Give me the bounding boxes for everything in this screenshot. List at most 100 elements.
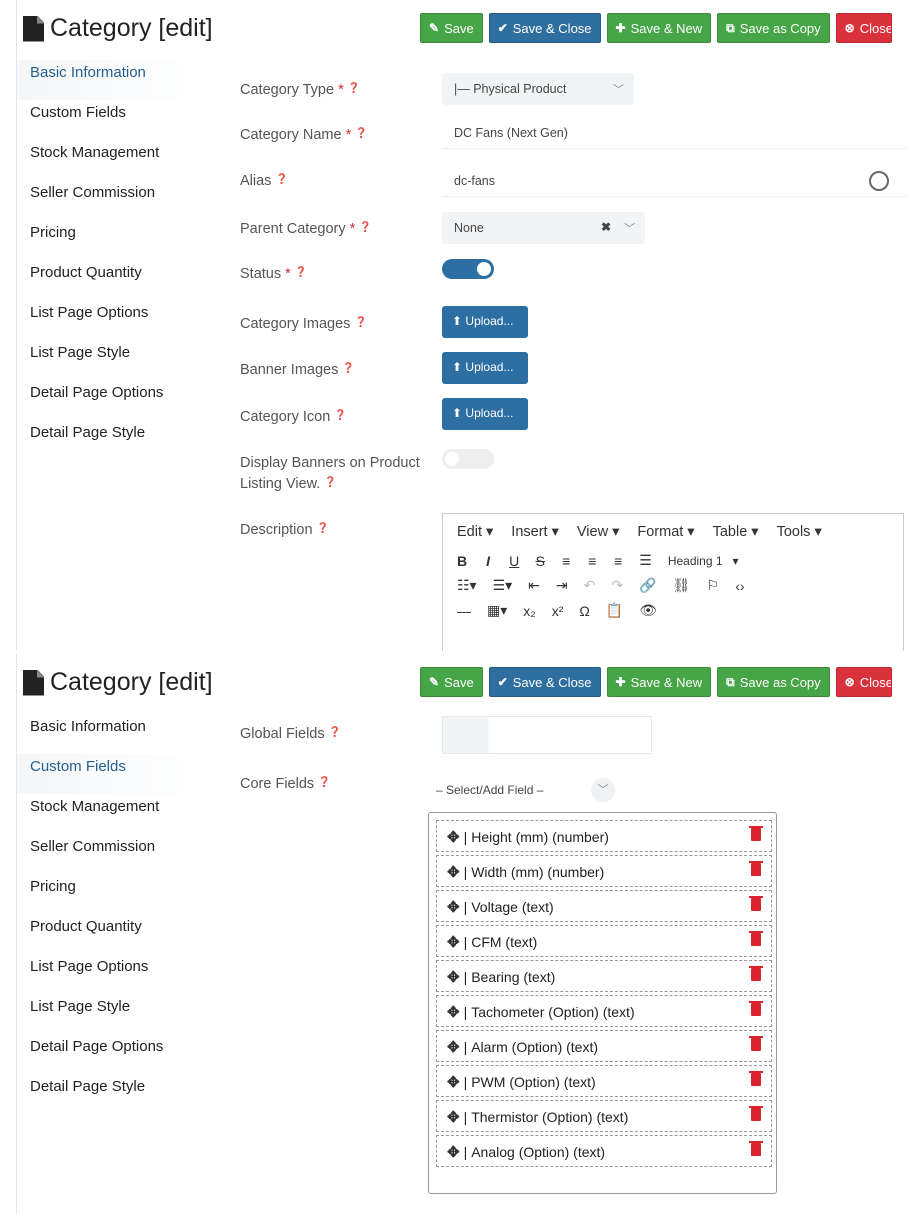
link-icon[interactable]: 🔗 bbox=[639, 577, 656, 594]
trash-icon[interactable] bbox=[749, 1141, 763, 1156]
sidebar-item-list-page-style[interactable]: List Page Style bbox=[17, 340, 222, 380]
field-row[interactable]: ✥ | Bearing (text) bbox=[436, 960, 772, 992]
sidebar-item-detail-page-style[interactable]: Detail Page Style bbox=[17, 420, 222, 460]
trash-icon[interactable] bbox=[749, 966, 763, 981]
menu-format[interactable]: Format ▾ bbox=[637, 524, 694, 540]
field-row[interactable]: ✥ | Tachometer (Option) (text) bbox=[436, 995, 772, 1027]
move-icon[interactable]: ✥ bbox=[447, 1109, 460, 1126]
sidebar-item-list-page-style[interactable]: List Page Style bbox=[17, 994, 222, 1034]
global-fields-input[interactable] bbox=[442, 716, 652, 754]
preview-icon[interactable]: 👁 bbox=[639, 602, 657, 619]
italic-icon[interactable]: I bbox=[483, 553, 493, 569]
save-new-button[interactable]: ✚ Save & New bbox=[606, 667, 712, 697]
move-icon[interactable]: ✥ bbox=[447, 1144, 460, 1161]
field-row[interactable]: ✥ | Voltage (text) bbox=[436, 890, 772, 922]
alias-input[interactable]: dc-fans bbox=[442, 165, 907, 197]
subscript-icon[interactable]: x₂ bbox=[523, 603, 535, 619]
parent-category-select[interactable]: None ✖ ﹀ bbox=[442, 212, 645, 244]
sidebar-item-pricing[interactable]: Pricing bbox=[17, 874, 222, 914]
category-type-select[interactable]: |— Physical Product ﹀ bbox=[442, 73, 634, 105]
sidebar-item-stock-management[interactable]: Stock Management bbox=[17, 140, 222, 180]
sidebar-item-custom-fields[interactable]: Custom Fields bbox=[17, 754, 222, 794]
indent-icon[interactable]: ⇥ bbox=[556, 577, 568, 594]
description-editor[interactable]: Edit ▾ Insert ▾ View ▾ Format ▾ Table ▾ … bbox=[442, 513, 904, 651]
category-name-input[interactable]: DC Fans (Next Gen) bbox=[442, 117, 907, 149]
field-row[interactable]: ✥ | Height (mm) (number) bbox=[436, 820, 772, 852]
move-icon[interactable]: ✥ bbox=[447, 1004, 460, 1021]
trash-icon[interactable] bbox=[749, 1106, 763, 1121]
bullet-list-icon[interactable]: ☷▾ bbox=[457, 577, 477, 594]
save-new-button[interactable]: ✚ Save & New bbox=[606, 13, 712, 43]
menu-edit[interactable]: Edit ▾ bbox=[457, 524, 493, 540]
align-justify-icon[interactable]: ☰ bbox=[639, 552, 652, 569]
sidebar-item-product-quantity[interactable]: Product Quantity bbox=[17, 914, 222, 954]
sidebar-item-basic-information[interactable]: Basic Information bbox=[17, 714, 222, 754]
table-icon[interactable]: ▦▾ bbox=[487, 602, 507, 619]
field-row[interactable]: ✥ | Alarm (Option) (text) bbox=[436, 1030, 772, 1062]
heading-select[interactable]: Heading 1 ▾ bbox=[668, 554, 739, 568]
category-images-upload-button[interactable]: ⬆ Upload... bbox=[442, 306, 528, 338]
move-icon[interactable]: ✥ bbox=[447, 1039, 460, 1056]
save-close-button[interactable]: ✔ Save & Close bbox=[488, 667, 601, 697]
field-row[interactable]: ✥ | Analog (Option) (text) bbox=[436, 1135, 772, 1167]
save-copy-button[interactable]: ⧉ Save as Copy bbox=[717, 13, 830, 43]
move-icon[interactable]: ✥ bbox=[447, 1074, 460, 1091]
menu-insert[interactable]: Insert ▾ bbox=[511, 524, 559, 540]
sidebar-item-list-page-options[interactable]: List Page Options bbox=[17, 300, 222, 340]
trash-icon[interactable] bbox=[749, 1036, 763, 1051]
field-row[interactable]: ✥ | Thermistor (Option) (text) bbox=[436, 1100, 772, 1132]
clear-icon[interactable]: ✖ bbox=[601, 220, 611, 234]
save-button[interactable]: ✎ Save bbox=[420, 667, 483, 697]
sidebar-item-detail-page-options[interactable]: Detail Page Options bbox=[17, 1034, 222, 1074]
menu-tools[interactable]: Tools ▾ bbox=[777, 524, 822, 540]
numbered-list-icon[interactable]: ☰▾ bbox=[493, 577, 513, 594]
trash-icon[interactable] bbox=[749, 861, 763, 876]
field-row[interactable]: ✥ | CFM (text) bbox=[436, 925, 772, 957]
underline-icon[interactable]: U bbox=[509, 553, 519, 569]
move-icon[interactable]: ✥ bbox=[447, 934, 460, 951]
save-copy-button[interactable]: ⧉ Save as Copy bbox=[717, 667, 830, 697]
sidebar-item-seller-commission[interactable]: Seller Commission bbox=[17, 180, 222, 220]
trash-icon[interactable] bbox=[749, 1071, 763, 1086]
align-left-icon[interactable]: ≡ bbox=[561, 553, 571, 569]
move-icon[interactable]: ✥ bbox=[447, 864, 460, 881]
trash-icon[interactable] bbox=[749, 1001, 763, 1016]
move-icon[interactable]: ✥ bbox=[447, 829, 460, 846]
code-icon[interactable]: ‹› bbox=[735, 578, 745, 594]
sidebar-item-seller-commission[interactable]: Seller Commission bbox=[17, 834, 222, 874]
paste-icon[interactable]: 📋 bbox=[606, 602, 623, 619]
field-row[interactable]: ✥ | Width (mm) (number) bbox=[436, 855, 772, 887]
horizontal-rule-icon[interactable]: — bbox=[457, 603, 471, 619]
special-char-icon[interactable]: Ω bbox=[579, 603, 589, 619]
move-icon[interactable]: ✥ bbox=[447, 969, 460, 986]
sidebar-item-list-page-options[interactable]: List Page Options bbox=[17, 954, 222, 994]
add-field-select[interactable]: – Select/Add Field – ﹀ bbox=[435, 774, 615, 806]
sidebar-item-product-quantity[interactable]: Product Quantity bbox=[17, 260, 222, 300]
sidebar-item-basic-information[interactable]: Basic Information bbox=[17, 60, 222, 100]
banner-images-upload-button[interactable]: ⬆ Upload... bbox=[442, 352, 528, 384]
bold-icon[interactable]: B bbox=[457, 553, 467, 569]
close-button[interactable]: ⊗ Close bbox=[835, 667, 892, 697]
trash-icon[interactable] bbox=[749, 826, 763, 841]
outdent-icon[interactable]: ⇤ bbox=[528, 577, 540, 594]
field-row[interactable]: ✥ | PWM (Option) (text) bbox=[436, 1065, 772, 1097]
sidebar-item-custom-fields[interactable]: Custom Fields bbox=[17, 100, 222, 140]
redo-icon[interactable]: ↷ bbox=[611, 577, 623, 594]
lock-toggle-icon[interactable] bbox=[869, 171, 889, 191]
close-button[interactable]: ⊗ Close bbox=[835, 13, 892, 43]
undo-icon[interactable]: ↶ bbox=[584, 577, 596, 594]
category-icon-upload-button[interactable]: ⬆ Upload... bbox=[442, 398, 528, 430]
display-banners-toggle[interactable] bbox=[442, 449, 494, 469]
align-right-icon[interactable]: ≡ bbox=[613, 553, 623, 569]
strikethrough-icon[interactable]: S bbox=[535, 553, 545, 569]
status-toggle[interactable] bbox=[442, 259, 494, 279]
move-icon[interactable]: ✥ bbox=[447, 899, 460, 916]
unlink-icon[interactable]: ⛓ bbox=[673, 577, 691, 594]
bookmark-icon[interactable]: ⚐ bbox=[706, 577, 719, 594]
sidebar-item-detail-page-options[interactable]: Detail Page Options bbox=[17, 380, 222, 420]
trash-icon[interactable] bbox=[749, 931, 763, 946]
menu-view[interactable]: View ▾ bbox=[577, 524, 619, 540]
save-button[interactable]: ✎ Save bbox=[420, 13, 483, 43]
sidebar-item-pricing[interactable]: Pricing bbox=[17, 220, 222, 260]
sidebar-item-detail-page-style[interactable]: Detail Page Style bbox=[17, 1074, 222, 1114]
